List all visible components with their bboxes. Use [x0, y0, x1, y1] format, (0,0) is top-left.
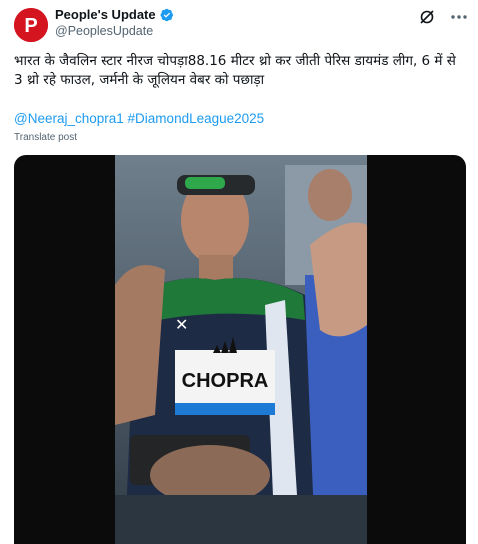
author-name-row: People's Update	[55, 7, 174, 22]
svg-text:CHOPRA: CHOPRA	[182, 370, 269, 392]
avatar-logo: P	[14, 8, 48, 42]
author-name[interactable]: People's Update	[55, 7, 156, 22]
svg-text:P: P	[24, 15, 37, 37]
svg-text:✕: ✕	[175, 315, 188, 334]
avatar[interactable]: P	[14, 8, 48, 42]
video-frame: ✕ CHOPRA	[115, 155, 367, 544]
more-options-icon[interactable]	[450, 8, 468, 26]
hashtag-link[interactable]: #DiamondLeague2025	[128, 111, 265, 126]
author-handle[interactable]: @PeoplesUpdate	[55, 24, 153, 38]
post-actions	[418, 8, 468, 26]
post-text: भारत के जैवलिन स्टार नीरज चोपड़ा88.16 मी…	[14, 53, 456, 88]
translate-post-link[interactable]: Translate post	[14, 132, 77, 143]
post: P People's Update @PeoplesUpdate भारत के…	[0, 0, 478, 544]
post-links: @Neeraj_chopra1 #DiamondLeague2025	[14, 111, 264, 126]
video-player[interactable]: ✕ CHOPRA	[14, 155, 466, 544]
mention-link[interactable]: @Neeraj_chopra1	[14, 111, 124, 126]
grok-icon[interactable]	[418, 8, 436, 26]
verified-badge-icon	[160, 8, 173, 21]
video-scene: ✕ CHOPRA	[115, 155, 367, 544]
